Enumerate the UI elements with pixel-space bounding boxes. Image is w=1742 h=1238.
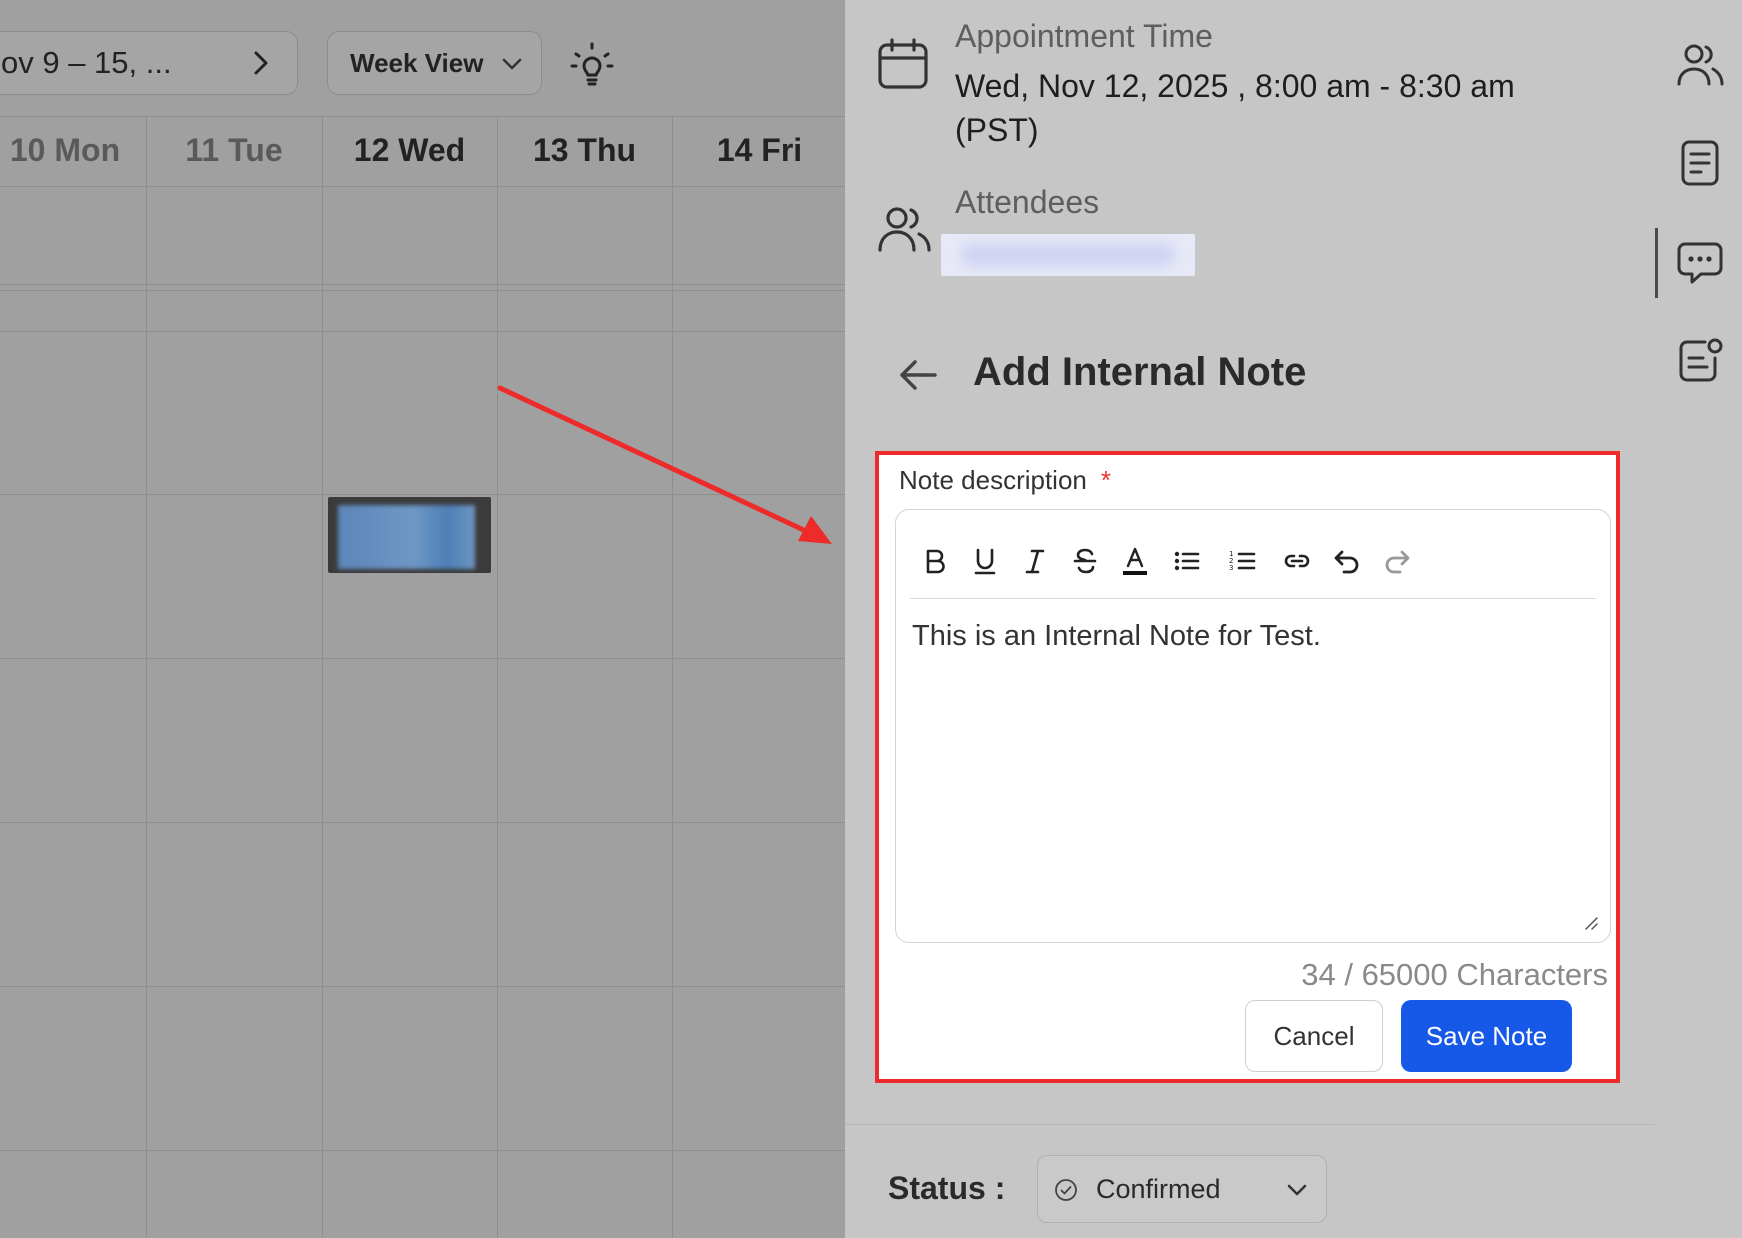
day-header-tue[interactable]: 11 Tue bbox=[146, 118, 322, 186]
status-label: Status : bbox=[888, 1170, 1006, 1206]
status-value: Confirmed bbox=[1096, 1174, 1221, 1204]
note-editor[interactable]: 123 This is an Internal Note for Test. bbox=[895, 509, 1611, 943]
chevron-down-icon bbox=[502, 58, 522, 70]
day-header-wed[interactable]: 12 Wed bbox=[322, 118, 497, 186]
calendar-icon bbox=[878, 38, 928, 89]
note-text[interactable]: This is an Internal Note for Test. bbox=[912, 620, 1321, 653]
active-tab-indicator bbox=[1655, 228, 1658, 298]
calendar-event[interactable] bbox=[328, 497, 491, 573]
annotation-arrow bbox=[497, 385, 832, 544]
character-count: 34 / 65000 Characters bbox=[1301, 957, 1608, 992]
redo-icon[interactable] bbox=[1382, 546, 1412, 576]
date-range-button[interactable]: ov 9 – 15, ... bbox=[0, 31, 298, 95]
svg-text:3: 3 bbox=[1229, 564, 1233, 572]
underline-icon[interactable] bbox=[970, 546, 1000, 576]
appointment-time-label: Appointment Time bbox=[955, 18, 1213, 54]
divider bbox=[845, 1124, 1655, 1125]
calendar-week-view: ov 9 – 15, ... Week View 10 Mon 11 Tue 1… bbox=[0, 0, 845, 1238]
numbered-list-icon[interactable]: 123 bbox=[1228, 546, 1258, 576]
chat-icon[interactable] bbox=[1675, 238, 1725, 288]
save-note-button[interactable]: Save Note bbox=[1401, 1000, 1572, 1072]
required-mark: * bbox=[1100, 465, 1112, 495]
link-icon[interactable] bbox=[1282, 546, 1312, 576]
bullet-list-icon[interactable] bbox=[1172, 546, 1202, 576]
attendee-chip[interactable] bbox=[941, 234, 1195, 276]
check-circle-icon bbox=[1055, 1179, 1077, 1201]
grid-line bbox=[0, 986, 845, 987]
note-description-text: Note description bbox=[899, 465, 1087, 495]
contacts-icon[interactable] bbox=[1675, 40, 1725, 90]
day-header-mon[interactable]: 10 Mon bbox=[0, 118, 146, 186]
grid-line bbox=[0, 290, 845, 291]
strikethrough-icon[interactable] bbox=[1070, 546, 1100, 576]
day-header-thu[interactable]: 13 Thu bbox=[497, 118, 672, 186]
week-view-label: Week View bbox=[350, 48, 484, 78]
document-icon[interactable] bbox=[1675, 138, 1725, 188]
undo-icon[interactable] bbox=[1332, 546, 1362, 576]
grid-line bbox=[0, 1150, 845, 1151]
notes-icon[interactable] bbox=[1675, 336, 1725, 386]
arrow-left-icon[interactable] bbox=[897, 354, 939, 396]
grid-line bbox=[0, 186, 845, 187]
attendees-label: Attendees bbox=[955, 184, 1100, 220]
grid-line bbox=[0, 284, 845, 285]
grid-line bbox=[0, 116, 845, 117]
editor-toolbar: 123 bbox=[910, 526, 1596, 599]
cancel-button[interactable]: Cancel bbox=[1245, 1000, 1383, 1072]
status-dropdown[interactable]: Confirmed bbox=[1037, 1155, 1327, 1223]
italic-icon[interactable] bbox=[1020, 546, 1050, 576]
chevron-down-icon bbox=[1287, 1184, 1307, 1196]
note-form: Note description * 123 This is an Interna… bbox=[875, 451, 1620, 1083]
appointment-detail-panel: Appointment Time Wed, Nov 12, 2025 , 8:0… bbox=[845, 0, 1655, 1238]
text-color-icon[interactable] bbox=[1120, 546, 1150, 576]
week-view-dropdown[interactable]: Week View bbox=[327, 31, 542, 95]
right-icon-rail bbox=[1655, 0, 1742, 1238]
grid-line bbox=[0, 331, 845, 332]
day-header-fri[interactable]: 14 Fri bbox=[672, 118, 845, 186]
event-blurred-content bbox=[338, 505, 475, 569]
add-internal-note-title: Add Internal Note bbox=[973, 350, 1307, 394]
bold-icon[interactable] bbox=[920, 546, 950, 576]
grid-line bbox=[0, 658, 845, 659]
appointment-time-value: Wed, Nov 12, 2025 , 8:00 am - 8:30 am (P… bbox=[955, 68, 1515, 148]
grid-line bbox=[0, 822, 845, 823]
attendees-icon bbox=[878, 207, 931, 252]
lightbulb-icon[interactable] bbox=[568, 40, 616, 88]
note-description-label: Note description * bbox=[899, 465, 1111, 496]
resize-handle-icon[interactable] bbox=[1582, 914, 1598, 930]
date-range-label: ov 9 – 15, ... bbox=[1, 45, 172, 80]
chevron-right-icon[interactable] bbox=[247, 47, 275, 79]
